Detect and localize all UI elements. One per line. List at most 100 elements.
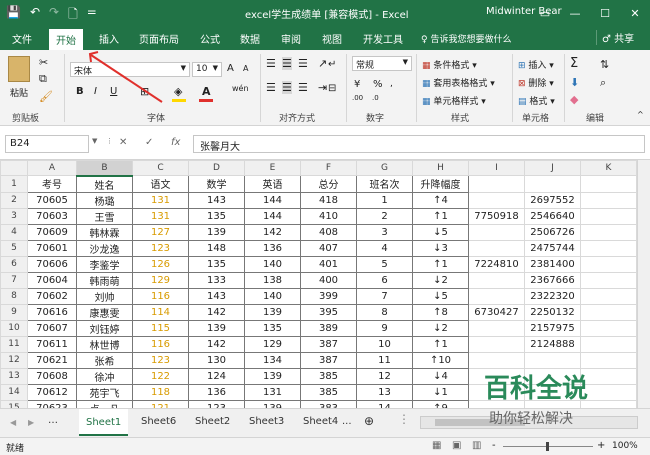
cell[interactable]: 408 bbox=[300, 223, 357, 241]
tab-file[interactable]: 文件 bbox=[12, 31, 32, 46]
cell[interactable]: 133 bbox=[188, 271, 245, 289]
cell[interactable] bbox=[524, 351, 581, 369]
cell[interactable]: 418 bbox=[300, 191, 357, 209]
fill-color-icon[interactable]: ◈ bbox=[174, 85, 182, 98]
tab-home[interactable]: 开始 bbox=[49, 29, 83, 50]
column-header[interactable]: D bbox=[188, 160, 245, 176]
cell[interactable]: 2124888 bbox=[524, 335, 581, 353]
cell[interactable]: 383 bbox=[300, 399, 357, 408]
cell[interactable]: 11 bbox=[356, 351, 413, 369]
cell[interactable]: 6730427 bbox=[468, 303, 525, 321]
tab-developer[interactable]: 开发工具 bbox=[363, 31, 403, 46]
cell[interactable]: 康惠雯 bbox=[76, 303, 133, 321]
align-top-icon[interactable]: ☰ bbox=[266, 57, 276, 70]
currency-icon[interactable]: ¥ bbox=[354, 79, 360, 90]
column-header[interactable]: I bbox=[468, 160, 525, 176]
cell[interactable]: 134 bbox=[244, 351, 301, 369]
cell[interactable]: 2475744 bbox=[524, 239, 581, 257]
cell[interactable] bbox=[524, 175, 581, 193]
cell[interactable]: 苑宇飞 bbox=[76, 383, 133, 401]
cell[interactable]: ↑8 bbox=[412, 303, 469, 321]
font-name-combo[interactable]: 宋体 ▼ bbox=[70, 62, 190, 77]
tab-insert[interactable]: 插入 bbox=[99, 31, 119, 46]
cell[interactable]: 121 bbox=[132, 399, 189, 408]
cell[interactable]: 张希 bbox=[76, 351, 133, 369]
tab-view[interactable]: 视图 bbox=[322, 31, 342, 46]
align-right-icon[interactable]: ☰ bbox=[298, 81, 308, 94]
percent-icon[interactable]: % bbox=[373, 79, 383, 90]
cancel-entry-icon[interactable]: ✕ bbox=[119, 137, 127, 148]
cell[interactable]: 2322320 bbox=[524, 287, 581, 305]
cell[interactable]: 70616 bbox=[27, 303, 77, 321]
row-header[interactable]: 14 bbox=[0, 383, 28, 401]
undo-icon[interactable]: ↶ bbox=[30, 5, 40, 26]
cell[interactable]: 徐冲 bbox=[76, 367, 133, 385]
cell[interactable] bbox=[580, 319, 637, 337]
cell[interactable]: 114 bbox=[132, 303, 189, 321]
cell[interactable]: 7 bbox=[356, 287, 413, 305]
cell[interactable]: 杨璐 bbox=[76, 191, 133, 209]
number-format-combo[interactable]: 常规 ▼ bbox=[352, 56, 412, 71]
cell[interactable]: ↓1 bbox=[412, 383, 469, 401]
cell[interactable]: ↓5 bbox=[412, 287, 469, 305]
find-select-icon[interactable]: ⌕ bbox=[600, 76, 606, 90]
cell[interactable]: 2367666 bbox=[524, 271, 581, 289]
page-break-view-icon[interactable]: ▥ bbox=[472, 440, 481, 451]
cell[interactable] bbox=[580, 383, 637, 401]
cell[interactable]: 8 bbox=[356, 303, 413, 321]
phonetic-icon[interactable]: wén bbox=[232, 84, 249, 93]
cell[interactable]: 123 bbox=[188, 399, 245, 408]
cell[interactable] bbox=[580, 175, 637, 193]
format-cells-button[interactable]: ▤ 格式 ▾ bbox=[518, 94, 555, 107]
orientation-icon[interactable]: ↗ bbox=[318, 57, 327, 70]
cell[interactable]: 2697552 bbox=[524, 191, 581, 209]
cell[interactable]: 140 bbox=[244, 287, 301, 305]
cell[interactable]: 沙龙逸 bbox=[76, 239, 133, 257]
cell[interactable]: 142 bbox=[244, 223, 301, 241]
cell[interactable] bbox=[580, 271, 637, 289]
cell[interactable]: ↓5 bbox=[412, 223, 469, 241]
cell[interactable]: 70609 bbox=[27, 223, 77, 241]
cell[interactable]: 10 bbox=[356, 335, 413, 353]
cell[interactable]: 70607 bbox=[27, 319, 77, 337]
row-header[interactable]: 9 bbox=[0, 303, 28, 321]
zoom-out-button[interactable]: - bbox=[492, 440, 496, 451]
align-middle-icon[interactable]: ☰ bbox=[282, 57, 292, 70]
cell[interactable]: 韩林霖 bbox=[76, 223, 133, 241]
column-header[interactable]: E bbox=[244, 160, 301, 176]
row-header[interactable]: 4 bbox=[0, 223, 28, 241]
cell[interactable]: ↑9 bbox=[412, 399, 469, 408]
sheet-tab-sheet3[interactable]: Sheet3 bbox=[249, 416, 284, 427]
decrease-decimal-icon[interactable]: .0 bbox=[372, 94, 379, 102]
align-center-icon[interactable]: ☰ bbox=[282, 81, 292, 94]
collapse-ribbon-icon[interactable]: ^ bbox=[637, 110, 644, 119]
row-header[interactable]: 8 bbox=[0, 287, 28, 305]
zoom-slider-thumb[interactable] bbox=[546, 442, 549, 451]
merge-center-icon[interactable]: ⊟ bbox=[328, 83, 336, 94]
redo-icon[interactable]: ↷ bbox=[49, 5, 59, 26]
sheet-menu-icon[interactable]: … bbox=[48, 415, 58, 426]
cell[interactable]: 116 bbox=[132, 335, 189, 353]
cell[interactable]: 2506726 bbox=[524, 223, 581, 241]
cell[interactable] bbox=[580, 399, 637, 408]
conditional-format-button[interactable]: ▦ 条件格式 ▾ bbox=[422, 58, 477, 71]
cell[interactable]: 6 bbox=[356, 271, 413, 289]
row-header[interactable]: 1 bbox=[0, 175, 28, 193]
insert-function-icon[interactable]: fx bbox=[171, 137, 180, 148]
cell[interactable] bbox=[580, 287, 637, 305]
indent-icon[interactable]: ⇥ bbox=[318, 81, 327, 94]
cell[interactable]: 142 bbox=[188, 303, 245, 321]
cell[interactable]: 姓名 bbox=[76, 175, 133, 193]
cell[interactable]: 401 bbox=[300, 255, 357, 273]
cell[interactable]: 4 bbox=[356, 239, 413, 257]
add-sheet-icon[interactable]: ⊕ bbox=[364, 414, 374, 428]
font-size-combo[interactable]: 10 ▼ bbox=[192, 62, 222, 77]
cell[interactable]: 136 bbox=[244, 239, 301, 257]
cell[interactable]: 7224810 bbox=[468, 255, 525, 273]
cell[interactable] bbox=[580, 207, 637, 225]
row-header[interactable]: 2 bbox=[0, 191, 28, 209]
font-shrink-icon[interactable]: A bbox=[243, 64, 248, 73]
cell[interactable]: 5 bbox=[356, 255, 413, 273]
row-header[interactable]: 7 bbox=[0, 271, 28, 289]
cell[interactable] bbox=[580, 367, 637, 385]
